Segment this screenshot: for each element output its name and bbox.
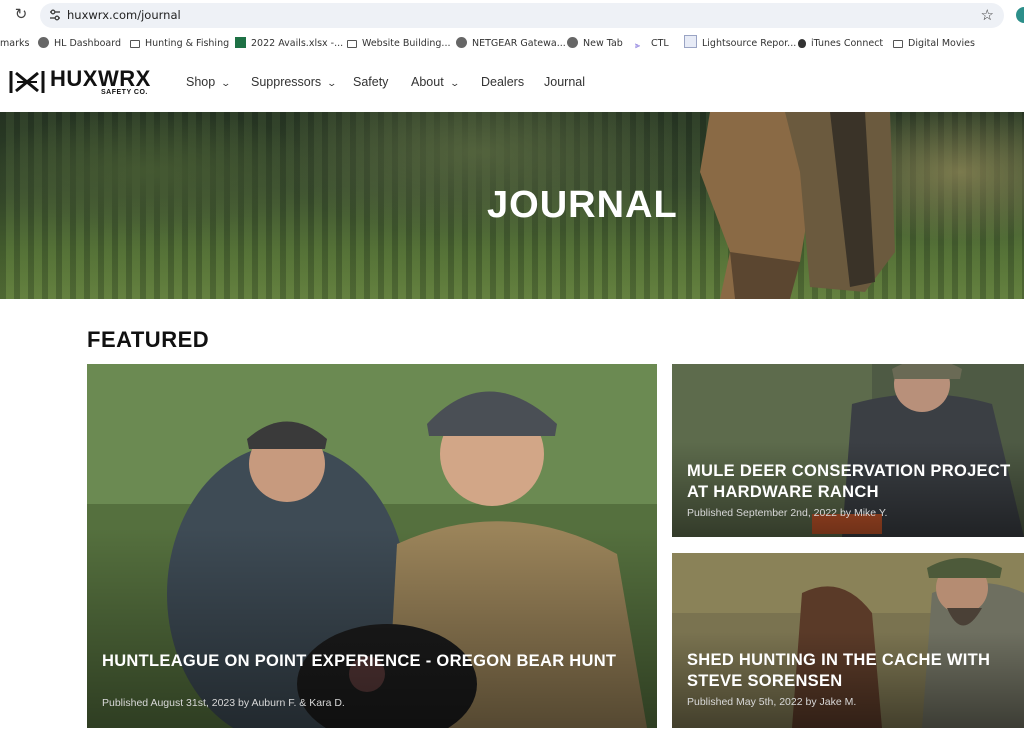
folder-icon — [130, 40, 140, 48]
bookmark-item[interactable]: Hunting & Fishing — [130, 31, 229, 57]
apple-icon — [798, 39, 806, 48]
reload-icon[interactable]: ↻ — [12, 6, 30, 24]
nav-shop[interactable]: Shop ⌄ — [186, 75, 232, 89]
hero-banner: JOURNAL — [0, 112, 1024, 299]
globe-icon — [567, 37, 578, 48]
folder-icon — [893, 40, 903, 48]
site-settings-icon[interactable] — [48, 8, 62, 22]
bookmark-item[interactable]: Digital Movies — [893, 31, 975, 57]
featured-article-card[interactable]: HUNTLEAGUE ON POINT EXPERIENCE - OREGON … — [87, 364, 657, 728]
bookmark-item[interactable]: Lightsource Repor... — [684, 31, 796, 57]
folder-icon — [347, 40, 357, 48]
bookmark-item[interactable]: New Tab — [567, 31, 623, 57]
article-title[interactable]: HUNTLEAGUE ON POINT EXPERIENCE - OREGON … — [102, 651, 622, 672]
address-bar[interactable]: huxwrx.com/journal ☆ — [40, 3, 1004, 28]
nav-dealers[interactable]: Dealers — [481, 75, 524, 89]
featured-article-card[interactable]: SHED HUNTING IN THE CACHE WITH STEVE SOR… — [672, 553, 1024, 728]
excel-icon — [235, 37, 246, 48]
bookmark-item[interactable]: ⫸ CTL — [635, 31, 669, 57]
article-title[interactable]: SHED HUNTING IN THE CACHE WITH STEVE SOR… — [687, 650, 1022, 692]
bookmark-item[interactable]: Website Building... — [347, 31, 451, 57]
chevron-down-icon: ⌄ — [449, 78, 460, 88]
nav-about[interactable]: About ⌄ — [411, 75, 460, 89]
featured-heading: FEATURED — [87, 327, 210, 352]
chevron-down-icon: ⌄ — [326, 78, 338, 88]
bookmark-item[interactable]: 2022 Avails.xlsx -... — [235, 31, 343, 57]
bookmark-item[interactable]: HL Dashboard — [38, 31, 121, 57]
site-logo[interactable]: HUXWRX SAFETY CO. — [9, 66, 159, 97]
url-text[interactable]: huxwrx.com/journal — [67, 8, 181, 22]
bookmark-star-icon[interactable]: ☆ — [981, 6, 994, 24]
hunter-figure-image — [700, 112, 895, 299]
nav-safety[interactable]: Safety — [353, 75, 388, 89]
article-meta: Published May 5th, 2022 by Jake M. — [687, 696, 857, 708]
nav-journal[interactable]: Journal — [544, 75, 585, 89]
card-shade-overlay — [87, 364, 657, 728]
globe-icon — [38, 37, 49, 48]
article-title[interactable]: MULE DEER CONSERVATION PROJECT AT HARDWA… — [687, 461, 1022, 503]
site-header: HUXWRX SAFETY CO. Shop ⌄ Suppressors ⌄ Saf… — [0, 57, 1024, 112]
document-icon — [684, 35, 697, 48]
article-meta: Published August 31st, 2023 by Auburn F.… — [102, 697, 345, 709]
browser-toolbar: ↻ huxwrx.com/journal ☆ — [0, 0, 1024, 31]
article-meta: Published September 2nd, 2022 by Mike Y. — [687, 507, 888, 519]
chevron-down-icon: ⌄ — [220, 78, 232, 88]
bookmark-item[interactable]: NETGEAR Gatewa... — [456, 31, 566, 57]
huxwrx-logo-icon — [9, 71, 45, 93]
hero-title: JOURNAL — [487, 184, 678, 226]
bookmark-item[interactable]: iTunes Connect — [798, 31, 883, 57]
globe-icon — [456, 37, 467, 48]
profile-avatar[interactable] — [1016, 7, 1024, 23]
bookmarks-bar: marks HL Dashboard Hunting & Fishing 202… — [0, 31, 1024, 58]
bookmark-item[interactable]: marks — [0, 31, 29, 57]
ctl-icon: ⫸ — [635, 41, 641, 51]
logo-subtext: SAFETY CO. — [101, 89, 148, 96]
nav-suppressors[interactable]: Suppressors ⌄ — [251, 75, 338, 89]
featured-article-card[interactable]: MULE DEER CONSERVATION PROJECT AT HARDWA… — [672, 364, 1024, 537]
